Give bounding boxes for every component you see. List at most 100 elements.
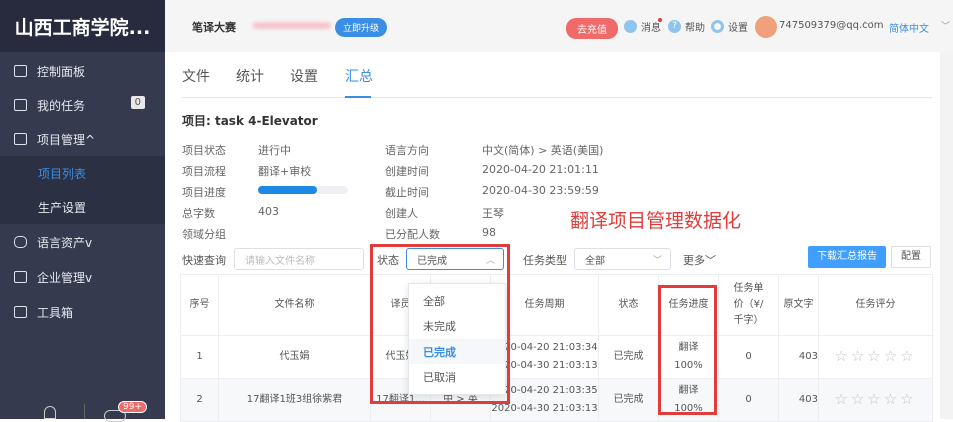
task-table: 序号 文件名称 译员 语言 任务周期 状态 任务进度 任务单价（¥/千字） 原文…: [180, 274, 933, 422]
tab-files[interactable]: 文件: [182, 66, 210, 86]
divider: [84, 404, 85, 419]
info-label: 项目进度: [182, 186, 226, 199]
help-link[interactable]: 帮助: [685, 19, 705, 34]
label: 语言资产v: [37, 235, 93, 250]
col-header[interactable]: 文件名称: [218, 274, 371, 336]
org-name: 山西工商学院...: [0, 0, 165, 52]
annotation-text: 翻译项目管理数据化: [570, 210, 742, 232]
col-header[interactable]: 状态: [598, 274, 659, 336]
col-header[interactable]: 任务单价（¥/千字）: [718, 274, 779, 336]
cell-words: 403: [778, 378, 819, 422]
info-label: 项目流程: [182, 165, 226, 178]
sidebar-item-enterprise[interactable]: 企业管理v: [0, 260, 165, 294]
tab-divider: [182, 97, 932, 98]
sidebar-item-dashboard[interactable]: 控制面板: [0, 54, 165, 88]
cell-no: 2: [180, 378, 219, 422]
recharge-button[interactable]: 去充值: [566, 18, 618, 39]
notification-dot: [658, 18, 662, 22]
cell-no: 1: [180, 335, 219, 379]
avatar[interactable]: [755, 16, 777, 38]
cell-words: 403: [778, 335, 819, 379]
task-type-select[interactable]: 全部 ﹀: [574, 248, 671, 270]
task-count-badge: 0: [130, 96, 145, 109]
info-label: 创建时间: [385, 165, 429, 178]
label: 我的任务: [37, 98, 86, 113]
highlight-box-progress: [658, 285, 717, 415]
info-label: 项目状态: [182, 144, 226, 157]
table-header: 序号 文件名称 译员 语言 任务周期 状态 任务进度 任务单价（¥/千字） 原文…: [180, 274, 933, 336]
table-row[interactable]: 1 代玉娟 代玉娟 2020-04-20 21:03:34 2020-04-30 …: [180, 335, 933, 379]
label: 工具箱: [37, 305, 74, 320]
database-icon: [14, 236, 27, 248]
label: 企业管理v: [37, 270, 93, 285]
highlight-box-status: [370, 244, 510, 404]
top-header: 笔译大赛 立即升级 去充值 消息 ? 帮助 设置 747509379@qq.co…: [165, 0, 953, 52]
sidebar-item-toolbox[interactable]: 工具箱: [0, 295, 165, 329]
settings-link[interactable]: 设置: [728, 19, 748, 34]
tab-statistics[interactable]: 统计: [236, 66, 264, 86]
project-title: 项目: task 4-Elevator: [182, 114, 318, 128]
cell-rating[interactable]: ☆☆☆☆☆: [818, 378, 933, 422]
cell-price: 0: [718, 335, 779, 379]
quick-search-label: 快速查询: [182, 254, 226, 267]
label: 控制面板: [37, 64, 86, 79]
task-icon: [14, 99, 27, 111]
info-value: 2020-04-30 23:59:59: [482, 184, 599, 197]
cell-status: 已完成: [598, 335, 659, 379]
table-row[interactable]: 2 17翻译1班3组徐紫君 17翻译1... 中 > 英 2020-04-20 …: [180, 378, 933, 422]
info-value: 2020-04-20 21:01:11: [482, 163, 599, 176]
gear-icon[interactable]: [711, 20, 724, 33]
scrollbar[interactable]: [940, 52, 953, 419]
project-progress-bar: [258, 186, 348, 194]
info-label: 领域分组: [182, 228, 226, 241]
cell-rating[interactable]: ☆☆☆☆☆: [818, 335, 933, 379]
star-rating-icon[interactable]: ☆☆☆☆☆: [834, 390, 916, 408]
language-select[interactable]: 简体中文: [889, 20, 929, 35]
info-value: 中文(简体) > 英语(美国): [482, 144, 604, 157]
file-name-search-input[interactable]: 请输入文件名称: [234, 248, 364, 270]
info-value: 王琴: [482, 207, 504, 220]
info-label: 总字数: [182, 207, 215, 220]
label: 更多: [683, 254, 705, 267]
dashboard-icon: [14, 65, 27, 77]
chat-badge: 99+: [118, 401, 147, 413]
download-report-button[interactable]: 下载汇总报告: [808, 246, 886, 268]
cell-status: 已完成: [598, 378, 659, 422]
upgrade-button[interactable]: 立即升级: [335, 18, 388, 37]
info-label: 截止时间: [385, 186, 429, 199]
sidebar-item-project-list[interactable]: 项目列表: [0, 156, 165, 190]
sidebar-item-language-assets[interactable]: 语言资产v: [0, 225, 165, 259]
config-button[interactable]: 配置: [891, 246, 931, 268]
toolbox-icon: [14, 306, 27, 318]
chevron-down-icon: ﹀: [864, 22, 874, 32]
label: 项目管理^: [37, 132, 96, 147]
progress-fill: [258, 186, 317, 194]
sidebar-item-production-settings[interactable]: 生产设置: [0, 190, 165, 224]
chevron-down-icon: ﹀: [941, 22, 951, 32]
active-tab-indicator: [345, 96, 371, 98]
selected-value: 全部: [585, 255, 605, 267]
building-icon: [14, 271, 27, 283]
info-value: 进行中: [258, 144, 291, 157]
more-filters-button[interactable]: 更多﹀: [683, 252, 716, 268]
task-type-label: 任务类型: [523, 254, 567, 267]
help-icon[interactable]: ?: [668, 20, 681, 33]
tab-summary[interactable]: 汇总: [345, 66, 373, 86]
sidebar: 山西工商学院... 控制面板 我的任务 0 项目管理^ 项目列表 生产设置 语言…: [0, 0, 165, 422]
tab-settings[interactable]: 设置: [290, 66, 318, 86]
qq-icon[interactable]: [44, 406, 56, 419]
sidebar-item-projects[interactable]: 项目管理^: [0, 122, 165, 156]
cell-file-name[interactable]: 17翻译1班3组徐紫君: [218, 378, 371, 422]
chevron-down-icon: ﹀: [652, 255, 662, 266]
cell-file-name[interactable]: 代玉娟: [218, 335, 371, 379]
event-title: 笔译大赛: [192, 21, 236, 34]
info-value: 98: [482, 226, 496, 239]
folder-icon: [14, 133, 27, 145]
bell-icon[interactable]: [624, 20, 637, 33]
blurred-info: [253, 22, 331, 29]
col-header[interactable]: 序号: [180, 274, 219, 336]
star-rating-icon[interactable]: ☆☆☆☆☆: [834, 347, 916, 365]
placeholder: 请输入文件名称: [245, 255, 315, 267]
col-header[interactable]: 原文字: [778, 274, 819, 336]
col-header[interactable]: 任务评分: [818, 274, 933, 336]
